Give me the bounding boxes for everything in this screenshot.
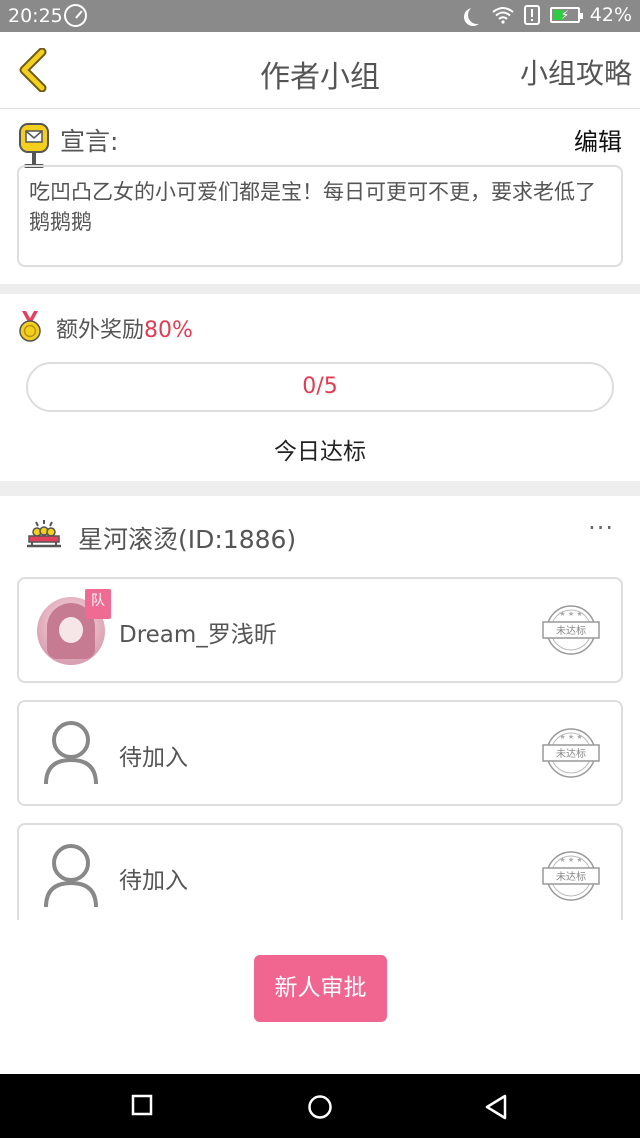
bonus-percent: 80% [144, 318, 193, 343]
member-card[interactable]: 待加入 未达标 ★ ★ ★ [17, 700, 623, 806]
stamp-label: 未达标 [556, 871, 586, 883]
status-time: 20:25 [8, 5, 63, 27]
speedometer-icon [64, 4, 87, 27]
back-icon[interactable] [484, 1094, 508, 1124]
group-guide-link[interactable]: 小组攻略 [520, 52, 632, 92]
system-nav-bar [0, 1074, 640, 1138]
today-target-label: 今日达标 [274, 439, 366, 465]
declaration-section: 宣言: 编辑 吃凹凸乙女的小可爱们都是宝！每日可更可不更，要求老低了鹅鹅鹅 [0, 110, 640, 284]
member-card[interactable]: 队 Dream_罗浅昕 未达标 ★ ★ ★ [17, 577, 623, 683]
svg-text:★ ★ ★: ★ ★ ★ [559, 856, 582, 864]
declaration-text: 吃凹凸乙女的小可爱们都是宝！每日可更可不更，要求老低了鹅鹅鹅 [17, 165, 623, 267]
declaration-label: 宣言: [60, 127, 119, 156]
not-reached-stamp: 未达标 ★ ★ ★ [541, 849, 601, 907]
svg-text:★ ★ ★: ★ ★ ★ [559, 733, 582, 741]
recent-apps-icon[interactable] [131, 1094, 153, 1120]
more-options-button[interactable]: ··· [588, 514, 614, 542]
battery-percent: 42% [589, 4, 632, 26]
svg-text:★ ★ ★: ★ ★ ★ [559, 610, 582, 618]
group-tent-icon [26, 518, 62, 554]
edit-declaration-button[interactable]: 编辑 [574, 122, 622, 157]
battery-icon: ⚡ [549, 7, 583, 23]
member-name: 待加入 [119, 745, 188, 771]
person-icon [43, 843, 99, 913]
status-bar: 20:25 ⚡ 42% [0, 0, 640, 32]
not-reached-stamp: 未达标 ★ ★ ★ [541, 603, 601, 661]
member-card[interactable]: 待加入 未达标 ★ ★ ★ [17, 823, 623, 920]
group-section: 星河滚烫(ID:1886) ··· 队 Dream_罗浅昕 未达标 ★ ★ ★ 待… [0, 496, 640, 920]
section-divider [0, 481, 640, 496]
stamp-label: 未达标 [556, 748, 586, 760]
stamp-label: 未达标 [556, 625, 586, 637]
bonus-label: 额外奖励80% [56, 312, 193, 344]
team-badge: 队 [85, 589, 111, 619]
status-icons: ⚡ 42% [464, 4, 632, 26]
app-header: 作者小组 小组攻略 [0, 32, 640, 109]
bonus-section: 额外奖励80% 0/5 今日达标 [0, 294, 640, 481]
daily-progress: 0/5 [26, 362, 614, 412]
home-icon[interactable] [307, 1094, 333, 1124]
person-icon [43, 720, 99, 790]
moon-icon [468, 6, 486, 24]
bonus-label-text: 额外奖励 [56, 318, 145, 343]
member-name: 待加入 [119, 868, 188, 894]
member-name: Dream_罗浅昕 [119, 622, 277, 648]
medal-icon [16, 310, 44, 346]
group-name: 星河滚烫(ID:1886) [78, 525, 297, 554]
not-reached-stamp: 未达标 ★ ★ ★ [541, 726, 601, 784]
alert-icon [523, 5, 540, 25]
wifi-icon [492, 6, 514, 24]
new-member-approval-button[interactable]: 新人审批 [254, 955, 387, 1022]
section-divider [0, 284, 640, 294]
